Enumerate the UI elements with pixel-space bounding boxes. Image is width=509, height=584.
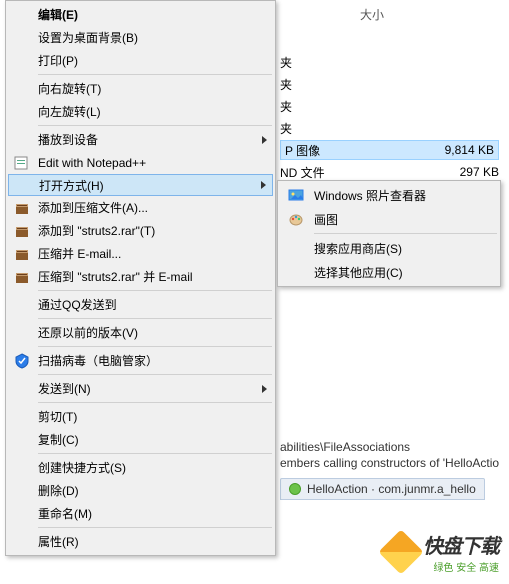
file-type: 夹 [280,76,499,93]
separator [38,453,272,454]
menu-open-with[interactable]: 打开方式(H) [8,174,273,196]
open-with-submenu: Windows 照片查看器 画图 搜索应用商店(S) 选择其他应用(C) [277,180,501,287]
separator [38,374,272,375]
submenu-choose-other[interactable]: 选择其他应用(C) [280,260,498,284]
watermark: 快盘下载 绿色 安全 高速 [385,530,499,574]
file-row[interactable]: 夹 [280,96,499,116]
file-type: P 图像 [285,142,409,159]
photo-viewer-icon [288,187,304,203]
file-row[interactable]: 夹 [280,52,499,72]
column-header-size[interactable]: 大小 [360,6,384,23]
separator [38,346,272,347]
menu-rotate-right[interactable]: 向右旋转(T) [8,77,273,100]
menu-rar-add[interactable]: 添加到压缩文件(A)... [8,196,273,219]
editor-tab[interactable]: HelloAction · com.junmr.a_hello [280,478,485,500]
menu-qq-send[interactable]: 通过QQ发送到 [8,293,273,316]
file-size: 9,814 KB [409,143,494,157]
watermark-logo-icon [378,529,423,574]
menu-cut[interactable]: 剪切(T) [8,405,273,428]
menu-scan-virus[interactable]: 扫描病毒（电脑管家） [8,349,273,372]
file-row[interactable]: 夹 [280,74,499,94]
chevron-right-icon [261,181,266,189]
menu-send-to[interactable]: 发送到(N) [8,377,273,400]
menu-edit[interactable]: 编辑(E) [8,3,273,26]
notepad-icon [14,155,30,171]
separator [38,290,272,291]
winrar-icon [14,200,30,216]
menu-rar-email-to[interactable]: 压缩到 "struts2.rar" 并 E-mail [8,265,273,288]
file-type: 夹 [280,54,499,71]
menu-restore-versions[interactable]: 还原以前的版本(V) [8,321,273,344]
menu-set-background[interactable]: 设置为桌面背景(B) [8,26,273,49]
file-size: 297 KB [414,165,499,179]
submenu-paint[interactable]: 画图 [280,207,498,231]
separator [38,74,272,75]
separator [38,318,272,319]
menu-delete[interactable]: 删除(D) [8,479,273,502]
menu-create-shortcut[interactable]: 创建快捷方式(S) [8,456,273,479]
watermark-text: 快盘下载 绿色 安全 高速 [423,530,499,574]
file-type: ND 文件 [280,164,414,181]
separator [38,527,272,528]
separator [38,402,272,403]
menu-rar-email[interactable]: 压缩并 E-mail... [8,242,273,265]
chevron-right-icon [262,136,267,144]
watermark-subtitle: 绿色 安全 高速 [433,559,499,574]
context-menu: 编辑(E) 设置为桌面背景(B) 打印(P) 向右旋转(T) 向左旋转(L) 播… [5,0,276,556]
separator [38,125,272,126]
file-row[interactable]: ND 文件297 KB [280,162,499,182]
submenu-search-store[interactable]: 搜索应用商店(S) [280,236,498,260]
file-row[interactable]: 夹 [280,118,499,138]
submenu-windows-photo-viewer[interactable]: Windows 照片查看器 [280,183,498,207]
watermark-title: 快盘下载 [423,530,499,559]
separator [314,233,497,234]
menu-copy[interactable]: 复制(C) [8,428,273,451]
winrar-icon [14,223,30,239]
paint-icon [288,211,304,227]
file-row-selected[interactable]: P 图像9,814 KB [280,140,499,160]
path-text: abilities\FileAssociations [280,440,507,454]
menu-properties[interactable]: 属性(R) [8,530,273,553]
menu-rar-add-to[interactable]: 添加到 "struts2.rar"(T) [8,219,273,242]
menu-cast-to-device[interactable]: 播放到设备 [8,128,273,151]
chevron-right-icon [262,385,267,393]
menu-rotate-left[interactable]: 向左旋转(L) [8,100,273,123]
menu-notepad-plus-plus[interactable]: Edit with Notepad++ [8,151,273,174]
file-type: 夹 [280,98,499,115]
bottom-panel: abilities\FileAssociations embers callin… [280,440,507,500]
description-text: embers calling constructors of 'HelloAct… [280,456,507,470]
winrar-icon [14,246,30,262]
shield-icon [14,353,30,369]
file-type: 夹 [280,120,499,137]
tab-label: HelloAction · com.junmr.a_hello [307,482,476,496]
winrar-icon [14,269,30,285]
menu-rename[interactable]: 重命名(M) [8,502,273,525]
menu-print[interactable]: 打印(P) [8,49,273,72]
class-icon [289,483,301,495]
